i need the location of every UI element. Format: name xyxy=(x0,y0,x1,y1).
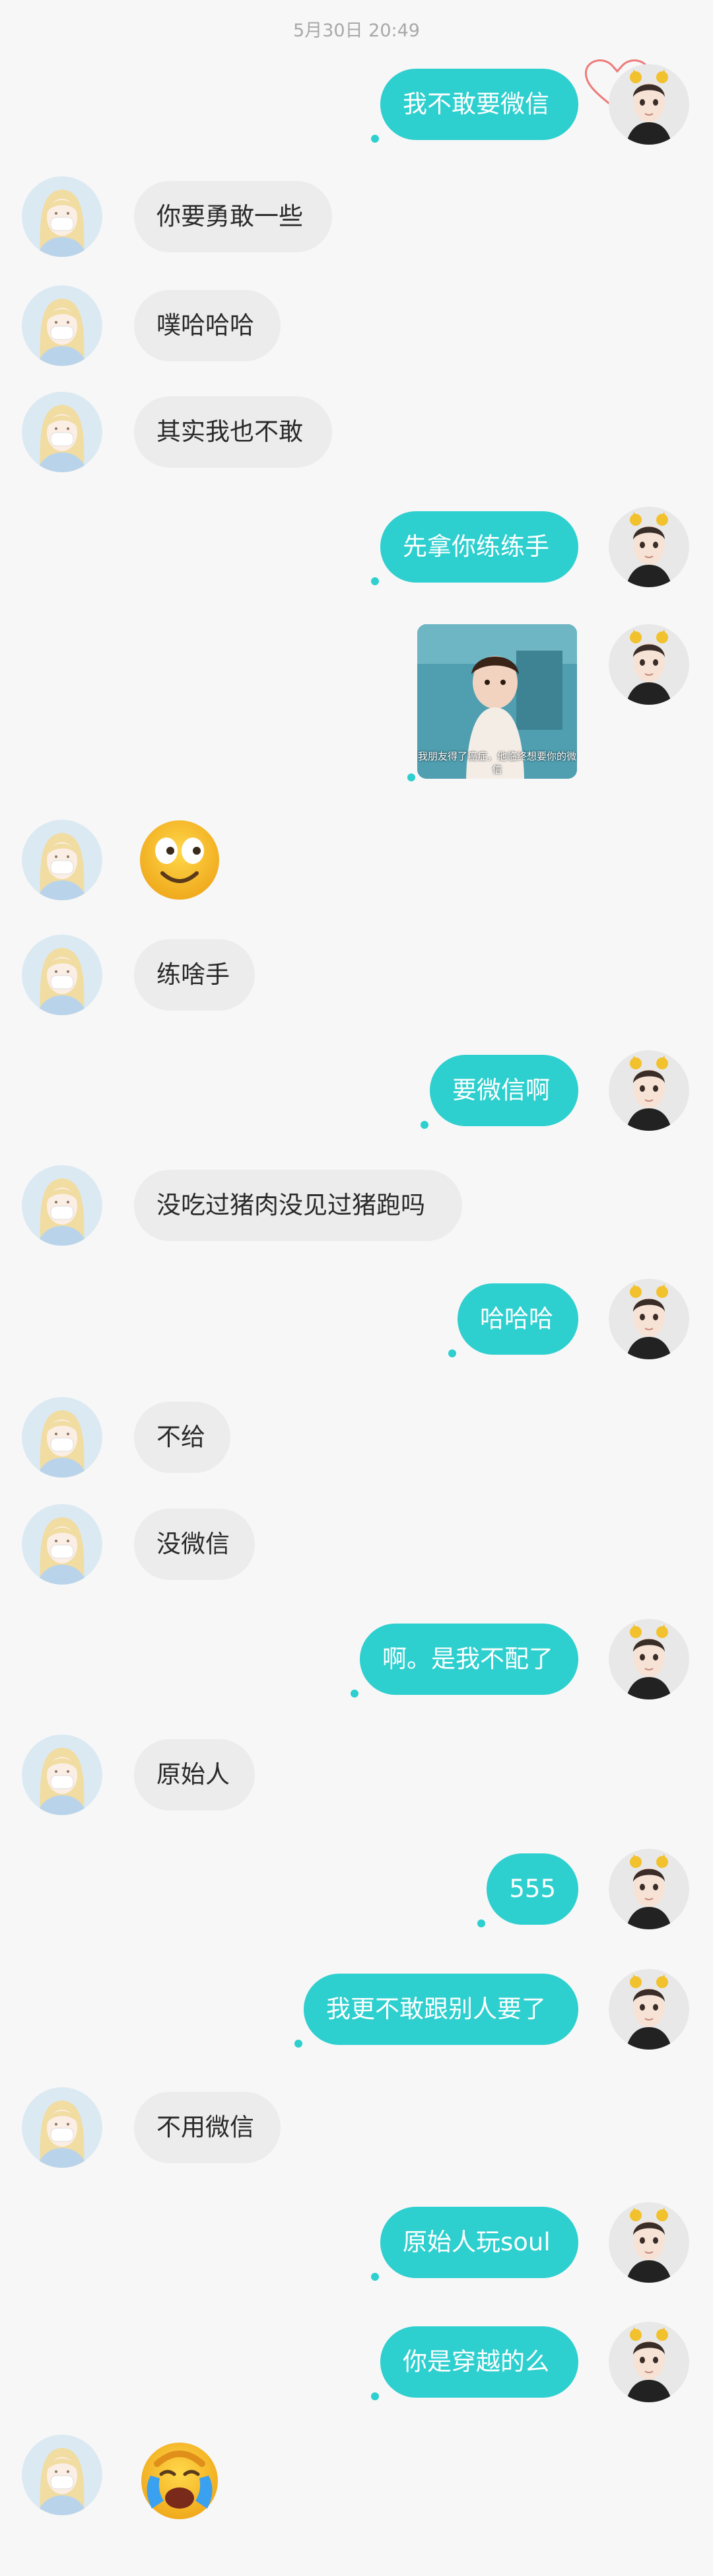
user-avatar[interactable] xyxy=(609,1050,689,1131)
contact-avatar[interactable] xyxy=(22,392,102,472)
bubble-tail xyxy=(407,773,415,781)
contact-avatar[interactable] xyxy=(22,1504,102,1585)
bubble-tail xyxy=(421,1121,428,1129)
bubble-tail xyxy=(448,1349,456,1357)
incoming-message[interactable]: 不给 xyxy=(134,1402,230,1473)
user-avatar[interactable] xyxy=(609,1969,689,2050)
contact-avatar[interactable] xyxy=(22,2087,102,2168)
user-avatar[interactable] xyxy=(609,507,689,587)
incoming-message[interactable]: 你要勇敢一些 xyxy=(134,181,332,252)
contact-avatar[interactable] xyxy=(22,1735,102,1815)
contact-avatar[interactable] xyxy=(22,285,102,366)
contact-avatar[interactable] xyxy=(22,176,102,257)
user-avatar[interactable] xyxy=(609,1619,689,1699)
outgoing-message[interactable]: 哈哈哈 xyxy=(458,1283,578,1355)
outgoing-message[interactable]: 要微信啊 xyxy=(430,1055,578,1126)
incoming-message[interactable]: 不用微信 xyxy=(134,2092,281,2163)
outgoing-message[interactable]: 你是穿越的么 xyxy=(380,2326,578,2398)
incoming-message[interactable]: 原始人 xyxy=(134,1739,255,1810)
crying-emoji-icon[interactable] xyxy=(137,2437,222,2522)
contact-avatar[interactable] xyxy=(22,2435,102,2515)
smiling-emoji-icon[interactable] xyxy=(137,818,222,902)
user-avatar[interactable] xyxy=(609,2202,689,2283)
outgoing-message[interactable]: 555 xyxy=(487,1853,578,1925)
user-avatar[interactable] xyxy=(609,1849,689,1929)
contact-avatar[interactable] xyxy=(22,935,102,1015)
bubble-tail xyxy=(477,1919,486,1927)
incoming-message[interactable]: 噗哈哈哈 xyxy=(134,290,281,361)
user-avatar[interactable] xyxy=(609,624,689,705)
bubble-tail xyxy=(351,1690,358,1698)
image-caption: 我朋友得了癌症，他临终想要你的微信 xyxy=(417,750,576,775)
outgoing-message[interactable]: 原始人玩soul xyxy=(380,2207,578,2278)
timestamp: 5月30日 20:49 xyxy=(293,20,420,41)
outgoing-message[interactable]: 我不敢要微信 xyxy=(380,69,578,140)
outgoing-message[interactable]: 先拿你练练手 xyxy=(380,511,578,583)
incoming-message[interactable]: 没微信 xyxy=(134,1509,255,1580)
bubble-tail xyxy=(371,2392,379,2400)
outgoing-message[interactable]: 啊。是我不配了 xyxy=(360,1624,578,1695)
user-avatar[interactable] xyxy=(609,1279,689,1359)
incoming-message[interactable]: 没吃过猪肉没见过猪跑吗 xyxy=(134,1170,462,1241)
user-avatar[interactable] xyxy=(609,64,689,145)
incoming-message[interactable]: 练啥手 xyxy=(134,939,255,1011)
user-avatar[interactable] xyxy=(609,2322,689,2402)
bubble-tail xyxy=(371,577,379,585)
contact-avatar[interactable] xyxy=(22,1165,102,1246)
bubble-tail xyxy=(371,2273,379,2281)
bubble-tail xyxy=(371,135,379,143)
outgoing-message[interactable]: 我更不敢跟别人要了 xyxy=(304,1974,578,2045)
contact-avatar[interactable] xyxy=(22,1397,102,1478)
contact-avatar[interactable] xyxy=(22,820,102,900)
chat-view: 5月30日 20:49 我不敢要微信 你要勇敢一些 噗哈哈哈 其实我也不敢 先拿… xyxy=(0,0,713,2576)
bubble-tail xyxy=(294,2040,302,2048)
incoming-message[interactable]: 其实我也不敢 xyxy=(134,396,332,468)
image-message[interactable]: 我朋友得了癌症，他临终想要你的微信 xyxy=(417,624,577,779)
